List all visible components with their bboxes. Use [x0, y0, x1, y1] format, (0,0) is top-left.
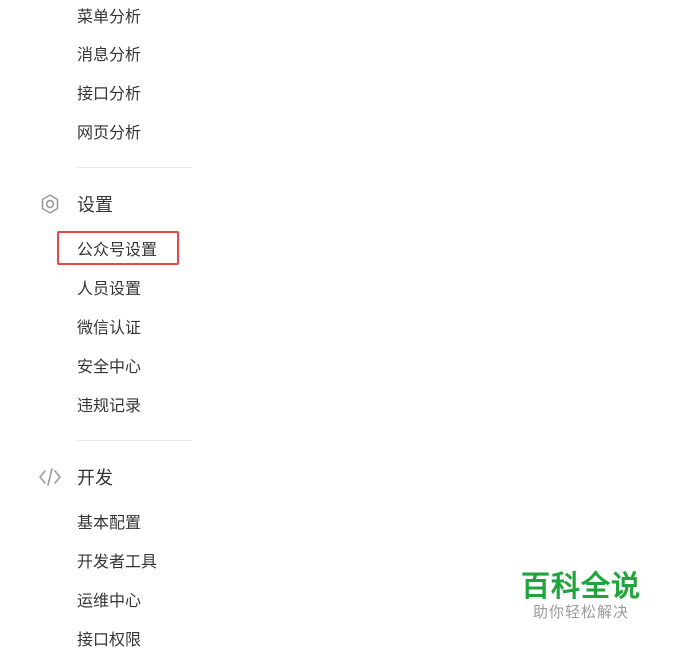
menu-item-message-analysis[interactable]: 消息分析: [77, 45, 141, 65]
menu-item-basic-config[interactable]: 基本配置: [77, 513, 141, 533]
watermark-subtitle: 助你轻松解决: [532, 603, 629, 621]
watermark-title: 百科全说: [520, 569, 641, 603]
menu-item-developer-tools[interactable]: 开发者工具: [77, 552, 157, 572]
menu-item-security-center[interactable]: 安全中心: [77, 357, 141, 377]
sidebar-menu: 菜单分析 消息分析 接口分析 网页分析 设置 公众号设置 人员设置 微信认证 安…: [0, 0, 692, 662]
divider: [77, 167, 192, 168]
menu-item-web-analysis[interactable]: 网页分析: [77, 123, 141, 143]
menu-item-account-settings[interactable]: 公众号设置: [77, 240, 157, 260]
menu-item-wechat-verification[interactable]: 微信认证: [77, 318, 141, 338]
menu-item-api-permissions[interactable]: 接口权限: [77, 630, 141, 650]
menu-item-ops-center[interactable]: 运维中心: [77, 591, 141, 611]
gear-icon: [38, 193, 62, 215]
menu-item-api-analysis[interactable]: 接口分析: [77, 84, 141, 104]
menu-item-staff-settings[interactable]: 人员设置: [77, 279, 141, 299]
section-title-settings: 设置: [77, 195, 113, 216]
watermark-logo: 百科全说 助你轻松解决: [494, 553, 668, 637]
code-icon: [38, 466, 62, 488]
section-title-develop: 开发: [77, 468, 113, 489]
divider: [77, 440, 192, 441]
menu-item-violation-records[interactable]: 违规记录: [77, 396, 141, 416]
menu-item-menu-analysis[interactable]: 菜单分析: [77, 7, 141, 27]
